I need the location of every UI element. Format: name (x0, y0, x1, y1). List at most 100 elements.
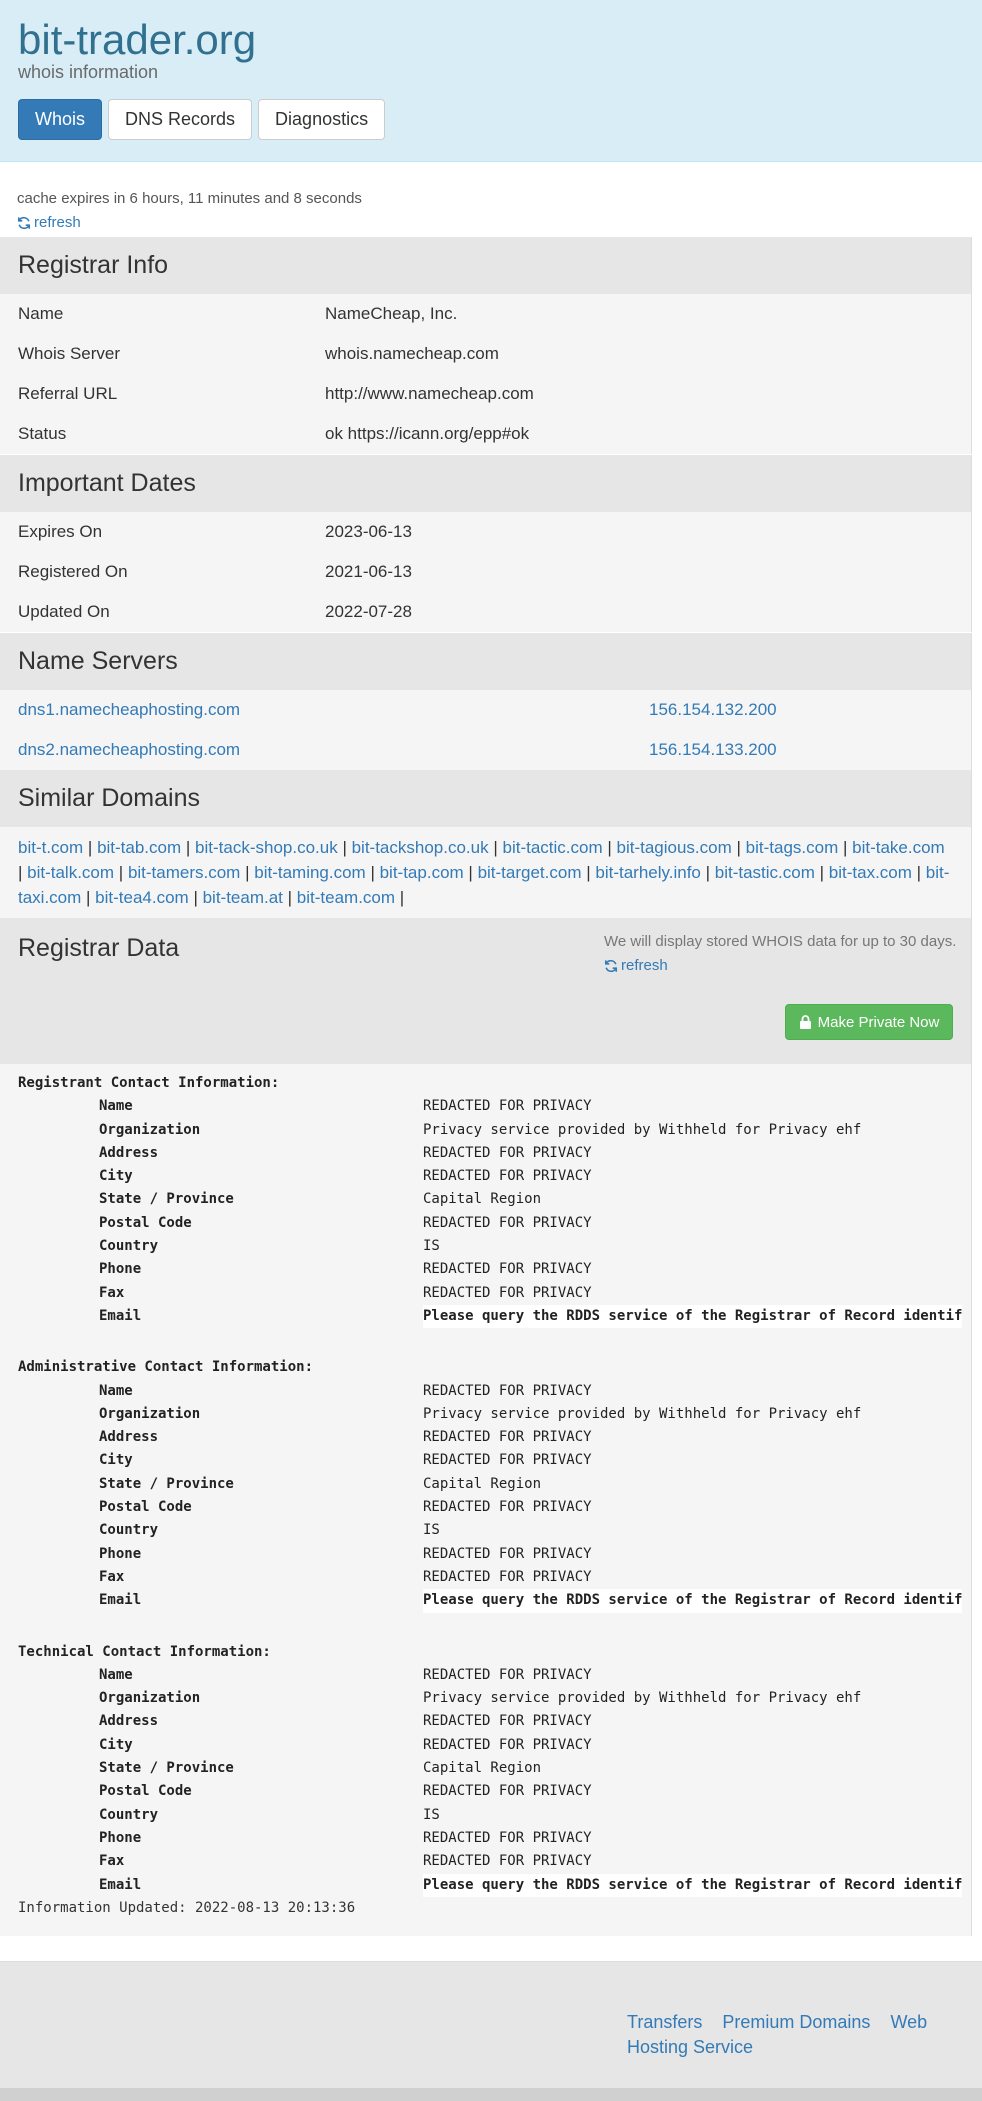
similar-domain-link[interactable]: bit-target.com (478, 863, 582, 882)
contact-field-label: Phone (99, 1829, 142, 1846)
contact-row: Name REDACTED FOR PRIVACY (18, 1380, 971, 1403)
contact-field-label: State / Province (99, 1475, 234, 1492)
contact-field-value: Capital Region (423, 1760, 542, 1777)
similar-domain-link[interactable]: bit-tarhely.info (595, 863, 701, 882)
contact-field-label: State / Province (99, 1191, 234, 1208)
contact-field-value: REDACTED FOR PRIVACY (423, 1783, 592, 1800)
similar-domain-link[interactable]: bit-t.com (18, 838, 83, 857)
similar-domain-link[interactable]: bit-tactic.com (502, 838, 602, 857)
similar-domain-link[interactable]: bit-tastic.com (715, 863, 815, 882)
name-server-ip-link[interactable]: 156.154.132.200 (649, 700, 971, 720)
name-server-link[interactable]: dns1.namecheaphosting.com (0, 700, 649, 720)
row-label: Whois Server (18, 344, 121, 363)
contact-field-label: Address (99, 1713, 159, 1730)
similar-domain-link[interactable]: bit-take.com (852, 838, 945, 857)
whois-storage-note: We will display stored WHOIS data for up… (604, 933, 957, 950)
contact-section-title: Administrative Contact Information: (18, 1359, 314, 1376)
contact-row: Phone REDACTED FOR PRIVACY (18, 1827, 971, 1850)
contact-field-label: Email (99, 1307, 142, 1324)
make-private-label: Make Private Now (817, 1013, 940, 1031)
refresh-label: refresh (34, 214, 81, 231)
contact-row: Postal Code REDACTED FOR PRIVACY (18, 1496, 971, 1519)
contact-field-label: City (99, 1452, 133, 1469)
contact-gap (18, 1328, 971, 1356)
info-row: Status ok https://icann.org/epp#ok (0, 414, 971, 454)
info-row: Referral URL http://www.namecheap.com (0, 374, 971, 414)
cache-refresh-link[interactable]: refresh (17, 214, 81, 231)
contact-field-value: REDACTED FOR PRIVACY (423, 1545, 592, 1562)
name-servers-section: Name Servers dns1.namecheaphosting.com 15… (0, 633, 972, 770)
similar-domain-link[interactable]: bit-tea4.com (95, 888, 189, 907)
similar-domain-link[interactable]: bit-taming.com (254, 863, 365, 882)
contact-field-value: REDACTED FOR PRIVACY (423, 1568, 592, 1585)
contact-row: Email Please query the RDDS service of th… (18, 1873, 971, 1897)
contact-field-label: Name (99, 1098, 133, 1115)
row-value: 2022-07-28 (325, 602, 412, 621)
contact-field-value: Please query the RDDS service of the Reg… (423, 1589, 963, 1613)
similar-domain-link[interactable]: bit-team.com (297, 888, 395, 907)
similar-domains-list: bit-t.com | bit-tab.com | bit-tack-shop.… (18, 838, 950, 907)
name-server-ip-link[interactable]: 156.154.133.200 (649, 740, 971, 760)
row-label: Status (18, 424, 67, 443)
contact-gap (18, 1613, 971, 1641)
row-value: http://www.namecheap.com (325, 384, 534, 403)
tab-whois[interactable]: Whois (18, 99, 103, 140)
contact-field-value: Privacy service provided by Withheld for… (423, 1405, 862, 1422)
contact-row: Organization Privacy service provided by … (18, 1687, 971, 1710)
name-server-row: dns1.namecheaphosting.com 156.154.132.200 (0, 690, 971, 730)
make-private-button[interactable]: Make Private Now (785, 1004, 953, 1040)
contact-field-value: REDACTED FOR PRIVACY (423, 1382, 592, 1399)
tab-diagnostics[interactable]: Diagnostics (258, 99, 386, 140)
contact-row: City REDACTED FOR PRIVACY (18, 1449, 971, 1472)
similar-domain-link[interactable]: bit-tack-shop.co.uk (195, 838, 338, 857)
section-heading: Important Dates (0, 455, 971, 512)
important-dates-section: Important Dates Expires On 2023-06-13 Reg… (0, 455, 972, 632)
similar-domain-link[interactable]: bit-team.at (203, 888, 283, 907)
site-title[interactable]: bit-trader.org (18, 16, 256, 64)
contact-row: Email Please query the RDDS service of th… (18, 1589, 971, 1613)
tab-bar: Whois DNS Records Diagnostics (18, 99, 386, 140)
section-heading: Name Servers (0, 633, 971, 690)
contact-field-value: IS (423, 1806, 440, 1823)
contact-field-label: Country (99, 1522, 159, 1539)
contact-row: State / Province Capital Region (18, 1757, 971, 1780)
similar-domain-link[interactable]: bit-tamers.com (128, 863, 240, 882)
name-server-link[interactable]: dns2.namecheaphosting.com (0, 740, 649, 760)
cache-expiry-text: cache expires in 6 hours, 11 minutes and… (17, 190, 362, 207)
contact-field-label: Postal Code (99, 1214, 192, 1231)
contact-row: Fax REDACTED FOR PRIVACY (18, 1282, 971, 1305)
similar-domain-link[interactable]: bit-tax.com (829, 863, 912, 882)
contact-field-value: Capital Region (423, 1475, 542, 1492)
footer-link-premium-domains[interactable]: Premium Domains (722, 2012, 870, 2032)
contact-row: Name REDACTED FOR PRIVACY (18, 1664, 971, 1687)
contact-row: State / Province Capital Region (18, 1188, 971, 1211)
similar-domain-link[interactable]: bit-tackshop.co.uk (352, 838, 489, 857)
similar-domain-link[interactable]: bit-tagious.com (617, 838, 732, 857)
contact-field-value: REDACTED FOR PRIVACY (423, 1284, 592, 1301)
similar-domain-link[interactable]: bit-tap.com (380, 863, 464, 882)
contact-field-value: REDACTED FOR PRIVACY (423, 1214, 592, 1231)
similar-domain-link[interactable]: bit-tab.com (97, 838, 181, 857)
contact-row: Address REDACTED FOR PRIVACY (18, 1142, 971, 1165)
contact-field-value: IS (423, 1238, 440, 1255)
bottom-bar (0, 2088, 982, 2101)
row-label: Expires On (18, 522, 103, 541)
contact-row: Organization Privacy service provided by … (18, 1403, 971, 1426)
date-row: Expires On 2023-06-13 (0, 512, 971, 552)
similar-domain-link[interactable]: bit-tags.com (746, 838, 839, 857)
contact-row: State / Province Capital Region (18, 1473, 971, 1496)
row-value: whois.namecheap.com (325, 344, 499, 363)
section-heading: Registrar Info (0, 237, 971, 294)
date-row: Registered On 2021-06-13 (0, 552, 971, 592)
footer-link-transfers[interactable]: Transfers (627, 2012, 702, 2032)
contact-field-value: REDACTED FOR PRIVACY (423, 1829, 592, 1846)
contact-row: Country IS (18, 1235, 971, 1258)
whois-refresh-link[interactable]: refresh (604, 957, 668, 974)
similar-domain-link[interactable]: bit-talk.com (27, 863, 114, 882)
contact-row: City REDACTED FOR PRIVACY (18, 1165, 971, 1188)
contact-field-label: Fax (99, 1568, 125, 1585)
contact-field-value: REDACTED FOR PRIVACY (423, 1098, 592, 1115)
contact-field-value: REDACTED FOR PRIVACY (423, 1429, 592, 1446)
tab-dns-records[interactable]: DNS Records (108, 99, 253, 140)
registrar-data-section: Registrar Data We will display stored WH… (0, 918, 972, 1936)
